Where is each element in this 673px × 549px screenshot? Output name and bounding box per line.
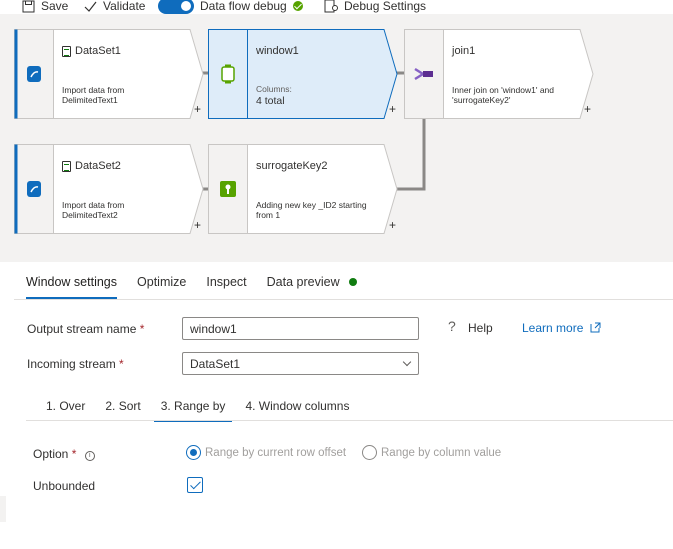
node-surrogatekey2[interactable]: surrogateKey2 Adding new key _ID2 starti…	[208, 144, 398, 234]
radio-column-value-label: Range by column value	[381, 447, 502, 459]
node-dataset1[interactable]: DataSet1 Import data from DelimitedText1	[14, 29, 204, 119]
add-transform-button[interactable]: +	[194, 102, 201, 116]
checkmark-icon	[84, 1, 97, 12]
node-window1[interactable]: window1 Columns: 4 total	[208, 29, 398, 119]
window-transform-icon	[221, 64, 235, 84]
save-label: Save	[41, 0, 69, 13]
tab-label: Data preview	[266, 275, 340, 289]
subtabs-divider	[26, 420, 673, 421]
debug-settings-icon	[324, 0, 338, 13]
tab-window-settings[interactable]: Window settings	[16, 270, 127, 299]
chevron-down-icon	[402, 357, 412, 367]
radio-current-row-offset-label: Range by current row offset	[205, 447, 347, 459]
subtab-window-columns[interactable]: 4. Window columns	[235, 397, 359, 421]
incoming-stream-select[interactable]: DataSet1	[182, 352, 419, 375]
debug-settings-button[interactable]: Debug Settings	[324, 0, 426, 14]
output-stream-name-input[interactable]: window1	[182, 317, 419, 340]
join-icon	[414, 67, 433, 81]
validate-button[interactable]: Validate	[84, 0, 145, 14]
unbounded-checkbox[interactable]	[187, 477, 203, 493]
columns-label: Columns:	[256, 84, 292, 94]
node-description: Import data from DelimitedText1	[62, 85, 125, 105]
success-check-icon	[292, 1, 303, 11]
radio-current-row-offset[interactable]	[186, 445, 201, 460]
surrogate-key-icon	[220, 181, 236, 197]
dataset-icon	[62, 45, 71, 57]
output-stream-name-label: Output stream name *	[27, 322, 145, 336]
data-flow-canvas[interactable]: DataSet1 Import data from DelimitedText1…	[0, 14, 673, 262]
radio-column-value[interactable]	[362, 445, 377, 460]
add-transform-button[interactable]: +	[584, 102, 591, 116]
dataset-icon	[62, 160, 71, 172]
option-label: Option * i	[33, 447, 95, 461]
tab-optimize[interactable]: Optimize	[127, 270, 196, 298]
node-title: DataSet1	[75, 45, 121, 57]
node-dataset2[interactable]: DataSet2 Import data from DelimitedText2	[14, 144, 204, 234]
learn-more-link[interactable]: Learn more	[522, 321, 601, 335]
subtab-over[interactable]: 1. Over	[36, 397, 95, 421]
incoming-stream-label: Incoming stream *	[27, 357, 124, 371]
save-button[interactable]: Save	[22, 0, 68, 14]
node-title: DataSet2	[75, 160, 121, 172]
node-join1[interactable]: join1 Inner join on 'window1' and 'surro…	[404, 29, 594, 119]
tab-label: Window settings	[26, 275, 118, 289]
add-transform-button[interactable]: +	[389, 218, 396, 232]
tab-data-preview[interactable]: Data preview	[257, 270, 367, 298]
node-title: window1	[256, 45, 299, 57]
columns-value: 4 total	[256, 95, 285, 107]
save-icon	[22, 0, 35, 12]
source-database-icon	[27, 66, 41, 82]
node-title: surrogateKey2	[256, 160, 328, 172]
window-subtabs: 1. Over 2. Sort 3. Range by 4. Window co…	[36, 397, 359, 422]
tab-label: Optimize	[137, 275, 187, 289]
external-link-icon	[590, 322, 601, 333]
data-flow-debug-toggle[interactable]: Data flow debug	[158, 0, 303, 14]
toolbar: Save Validate Data flow debug Debug Sett…	[0, 0, 673, 14]
help-link[interactable]: Help	[468, 321, 493, 335]
select-value: DataSet1	[190, 357, 241, 371]
toggle-switch[interactable]	[158, 0, 194, 14]
node-title: join1	[452, 45, 476, 57]
add-transform-button[interactable]: +	[389, 102, 396, 116]
source-database-icon	[27, 181, 41, 197]
info-icon[interactable]: i	[84, 451, 95, 461]
input-value: window1	[190, 322, 237, 336]
node-description: Import data from DelimitedText2	[62, 200, 125, 220]
subtab-sort[interactable]: 2. Sort	[95, 397, 150, 421]
tabs-divider	[14, 299, 673, 300]
add-transform-button[interactable]: +	[194, 218, 201, 232]
status-dot-icon	[349, 278, 358, 286]
tab-label: Inspect	[206, 275, 247, 289]
node-description: Adding new key _ID2 starting from 1	[256, 200, 367, 220]
unbounded-label: Unbounded	[33, 479, 96, 493]
validate-label: Validate	[103, 0, 146, 13]
data-flow-debug-label: Data flow debug	[200, 0, 287, 13]
subtab-range-by[interactable]: 3. Range by	[151, 397, 236, 422]
settings-tabs: Window settings Optimize Inspect Data pr…	[16, 270, 367, 300]
help-icon[interactable]: ?	[448, 318, 456, 334]
tab-inspect[interactable]: Inspect	[196, 270, 256, 298]
node-description: Inner join on 'window1' and 'surrogateKe…	[452, 85, 555, 105]
debug-settings-label: Debug Settings	[344, 0, 427, 13]
panel-edge	[0, 496, 6, 522]
